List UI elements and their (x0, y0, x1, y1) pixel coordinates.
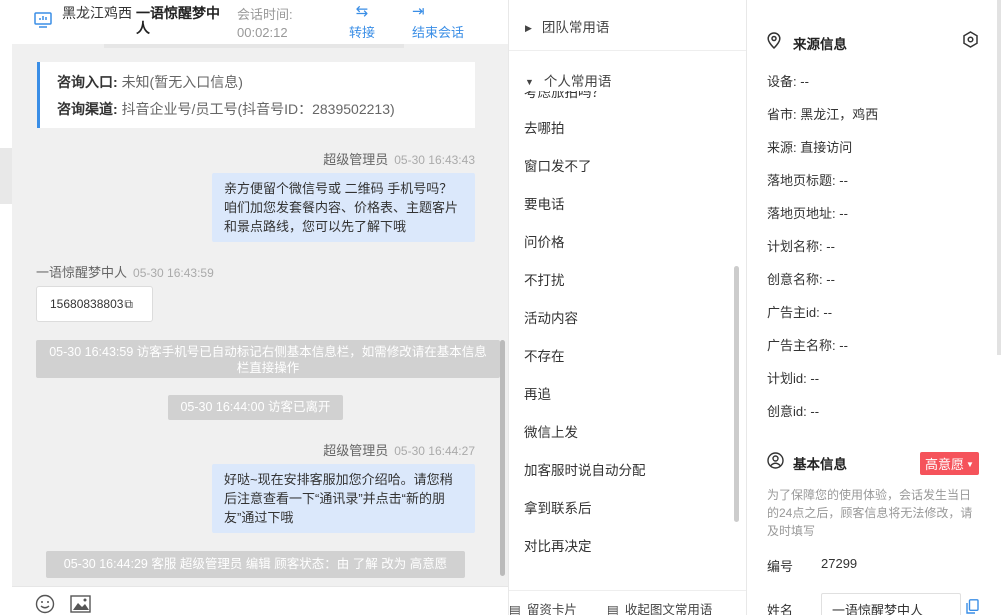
phrase-item[interactable]: 不存在 (509, 338, 746, 376)
message-sender: 超级管理员 05-30 16:43:43 (323, 152, 475, 167)
entry-label: 咨询入口: (57, 74, 118, 90)
transfer-label: 转接 (348, 25, 375, 40)
field-source: 来源: 直接访问 (767, 140, 853, 155)
personal-phrases-group[interactable]: ▼ 个人常用语 (525, 70, 725, 90)
transfer-button[interactable]: ⇆ 转接 (338, 4, 386, 41)
phrase-item[interactable]: 拿到联系后 (509, 490, 746, 528)
exit-icon: ⇥ (412, 3, 425, 20)
phrase-item[interactable]: 要电话 (509, 186, 746, 224)
settings-icon[interactable] (962, 31, 979, 48)
monitor-icon (34, 12, 52, 28)
message-sender: 超级管理员 05-30 16:44:27 (323, 443, 475, 458)
quick-phrases-panel: ▶ 团队常用语 考虑旅拍吗？ 去哪拍 窗口发不了 要电话 问价格 不打扰 活动内容… (508, 0, 746, 615)
visitor-info-panel: 来源信息 设备: -- 省市: 黑龙江，鸡西 来源: 直接访问 落地页标题: -… (746, 0, 1002, 615)
visitor-region: 黑龙江鸡西 (62, 5, 132, 21)
visitor-name: 一语惊醒梦中人 (136, 5, 220, 36)
field-id-value: 27299 (821, 556, 858, 571)
visitor-phone-card[interactable]: 15680838803⧉ (36, 286, 153, 322)
divider (509, 50, 746, 51)
phrase-item[interactable]: 微信上发 (509, 414, 746, 452)
phrases-scrollbar[interactable] (734, 266, 739, 522)
field-landing-title: 落地页标题: -- (767, 173, 848, 188)
phrase-list: 考虑旅拍吗？ 去哪拍 窗口发不了 要电话 问价格 不打扰 活动内容 不存在 再追… (509, 91, 746, 569)
field-plan-id: 计划id: -- (767, 371, 820, 386)
collapse-phrases-button[interactable]: ▤ 收起图文常用语 (607, 599, 712, 615)
chat-toolbar (12, 586, 508, 615)
system-message: 05-30 16:44:00 访客已离开 (168, 395, 343, 420)
message-icon: ▤ (607, 603, 619, 615)
section-gap (747, 432, 997, 442)
phrase-item[interactable]: 对比再决定 (509, 528, 746, 566)
field-device: 设备: -- (767, 74, 809, 89)
agent-message: 亲方便留个微信号或 二维码 手机号吗？咱们加您发套餐内容、价格表、主题客片和景点… (212, 173, 475, 242)
phone-number: 15680838803 (50, 297, 124, 311)
system-message: 05-30 16:44:29 客服 超级管理员 编辑 顾客状态：由 了解 改为 … (46, 551, 465, 578)
header-shadow (104, 44, 404, 48)
phrase-item[interactable]: 问价格 (509, 224, 746, 262)
location-pin-icon (767, 32, 781, 49)
team-phrases-group[interactable]: ▶ 团队常用语 (525, 16, 609, 36)
channel-value: 抖音企业号/员工号(抖音号ID：2839502213) (121, 101, 395, 117)
card-icon: ▤ (509, 603, 521, 615)
left-gutter (0, 0, 12, 615)
channel-label: 咨询渠道: (57, 101, 118, 117)
phrase-item[interactable]: 不打扰 (509, 262, 746, 300)
field-creative-id: 创意id: -- (767, 404, 820, 419)
emoji-icon[interactable] (35, 594, 55, 614)
field-name-label: 姓名 (767, 603, 794, 615)
info-scrollbar[interactable] (997, 0, 1001, 355)
phrase-item[interactable]: 去哪拍 (509, 110, 746, 148)
lead-card-button[interactable]: ▤ 留资卡片 (509, 599, 577, 615)
end-session-button[interactable]: ⇥ 结束会话 (412, 4, 476, 41)
transfer-icon: ⇆ (355, 3, 369, 20)
chat-panel: 黑龙江鸡西 一语惊醒梦中人 会话时间: 00:02:12 ⇆ 转接 ⇥ 结束会话… (12, 0, 508, 615)
field-advertiser-name: 广告主名称: -- (767, 338, 848, 353)
user-icon (767, 452, 784, 469)
phrase-item[interactable]: 加客服时说自动分配 (509, 452, 746, 490)
agent-message: 好哒~现在安排客服加您介绍哈。请您稍后注意查看一下“通讯录”并点击“新的朋友”通… (212, 464, 475, 533)
field-landing-url: 落地页地址: -- (767, 206, 848, 221)
field-id-label: 编号 (767, 559, 794, 574)
edit-notice: 为了保障您的使用体验，会话发生当日的24点之后，顾客信息将无法修改，请及时填写 (767, 488, 973, 538)
field-plan-name: 计划名称: -- (767, 239, 835, 254)
field-creative-name: 创意名称: -- (767, 272, 835, 287)
end-session-label: 结束会话 (412, 25, 465, 40)
entry-value: 未知(暂无入口信息) (121, 74, 243, 90)
phrase-item[interactable]: 考虑旅拍吗？ (509, 91, 746, 110)
source-card: 咨询入口: 未知(暂无入口信息) 咨询渠道: 抖音企业号/员工号(抖音号ID：2… (37, 62, 475, 128)
message-sender: 一语惊醒梦中人 05-30 16:43:59 (36, 265, 214, 280)
copy-icon[interactable]: ⧉ (124, 297, 133, 311)
caret-down-icon: ▼ (525, 77, 534, 88)
system-message: 05-30 16:43:59 访客手机号已自动标记右侧基本信息栏，如需修改请在基… (36, 340, 500, 378)
session-time-label: 会话时间: (237, 7, 293, 22)
field-province-city: 省市: 黑龙江，鸡西 (767, 107, 879, 122)
session-time-value: 00:02:12 (237, 25, 288, 40)
image-icon[interactable] (70, 595, 91, 613)
phrases-footer: ▤ 留资卡片 ▤ 收起图文常用语 (509, 590, 746, 615)
phrase-item[interactable]: 再追 (509, 376, 746, 414)
field-advertiser-id: 广告主id: -- (767, 305, 833, 320)
phrase-item[interactable]: 活动内容 (509, 300, 746, 338)
name-input[interactable]: 一语惊醒梦中人 (821, 593, 961, 615)
chat-scrollbar[interactable] (500, 340, 505, 576)
chat-header: 黑龙江鸡西 一语惊醒梦中人 会话时间: 00:02:12 ⇆ 转接 ⇥ 结束会话 (12, 0, 508, 44)
basic-info-title: 基本信息 (793, 457, 847, 472)
caret-right-icon: ▶ (525, 22, 532, 33)
copy-icon[interactable] (966, 599, 979, 614)
phrase-item[interactable]: 窗口发不了 (509, 148, 746, 186)
caret-down-icon: ▼ (966, 460, 974, 469)
source-info-title: 来源信息 (793, 37, 847, 52)
intent-badge[interactable]: 高意愿 ▼ (920, 452, 979, 475)
gutter-selection-mark (0, 148, 12, 204)
